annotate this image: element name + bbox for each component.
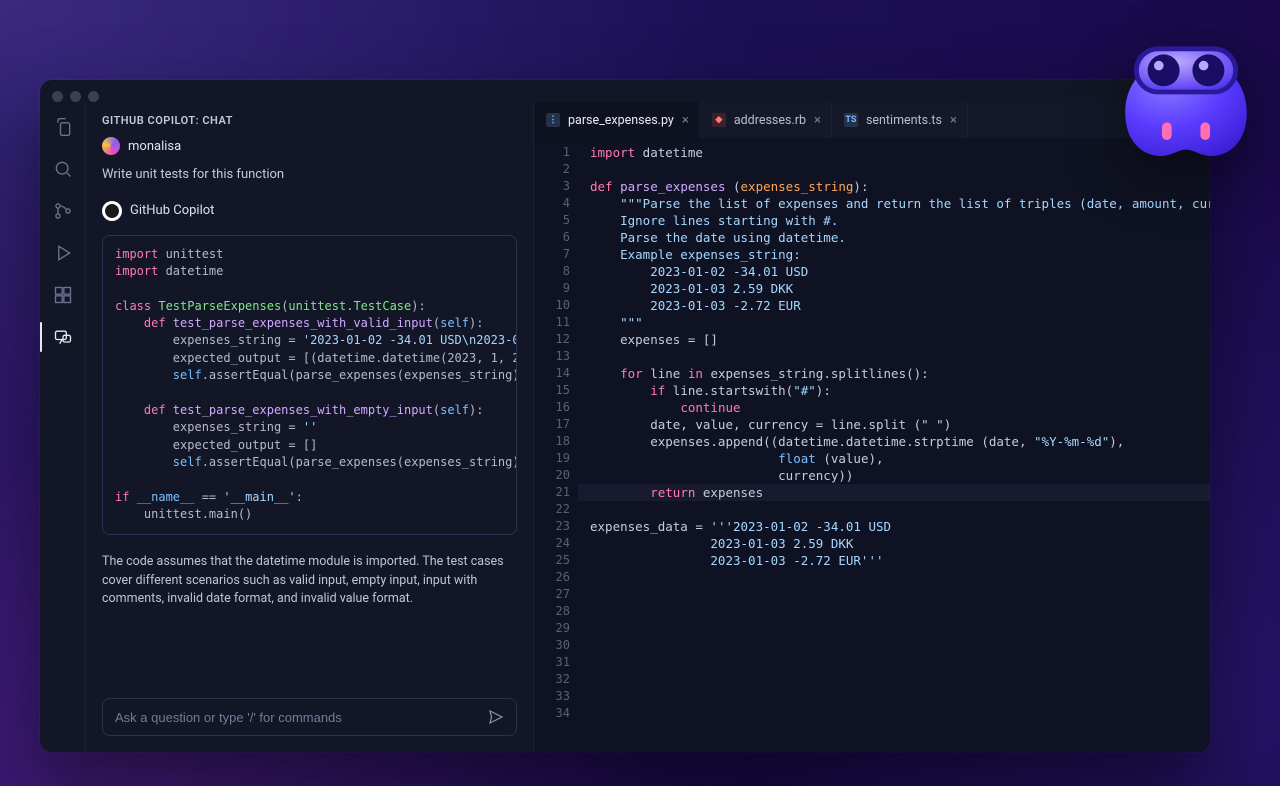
panel-title: GITHUB COPILOT: CHAT: [86, 102, 533, 133]
window-titlebar: [40, 80, 1210, 102]
window-close-dot[interactable]: [52, 91, 63, 102]
window-max-dot[interactable]: [88, 91, 99, 102]
tab-label: parse_expenses.py: [568, 113, 674, 128]
copilot-chat-icon[interactable]: [52, 326, 74, 348]
tab-label: addresses.rb: [734, 113, 806, 128]
editor-area: ⋮ parse_expenses.py × ◆ addresses.rb × T…: [534, 102, 1210, 752]
assistant-name: GitHub Copilot: [130, 203, 214, 218]
app-window: GITHUB COPILOT: CHAT monalisa Write unit…: [40, 80, 1210, 752]
tab-sentiments[interactable]: TS sentiments.ts ×: [832, 102, 968, 138]
tab-addresses[interactable]: ◆ addresses.rb ×: [700, 102, 832, 138]
typescript-file-icon: TS: [844, 113, 858, 127]
assistant-explanation: The code assumes that the datetime modul…: [102, 553, 517, 609]
close-icon[interactable]: ×: [814, 113, 821, 128]
assistant-code-block: import unittest import datetime class Te…: [102, 235, 517, 535]
code-content: import datetime def parse_expenses (expe…: [590, 144, 1210, 569]
copilot-mascot-icon: [1106, 20, 1266, 180]
user-avatar-icon: [102, 137, 120, 155]
source-control-icon[interactable]: [52, 200, 74, 222]
chat-scroll: monalisa Write unit tests for this funct…: [86, 133, 533, 686]
close-icon[interactable]: ×: [950, 113, 957, 128]
extensions-icon[interactable]: [52, 284, 74, 306]
close-icon[interactable]: ×: [682, 113, 689, 128]
python-file-icon: ⋮: [546, 113, 560, 127]
explorer-icon[interactable]: [52, 116, 74, 138]
code-editor[interactable]: 1 2 3 4 5 6 7 8 9 10 11 12 13 14 15 16 1…: [534, 138, 1210, 752]
activity-bar: [40, 102, 86, 752]
copilot-panel: GITHUB COPILOT: CHAT monalisa Write unit…: [86, 102, 534, 752]
tab-parse-expenses[interactable]: ⋮ parse_expenses.py ×: [534, 102, 700, 138]
ruby-file-icon: ◆: [712, 113, 726, 127]
copilot-avatar-icon: [102, 201, 122, 221]
send-button[interactable]: [485, 706, 507, 728]
user-name: monalisa: [128, 139, 181, 154]
user-header: monalisa: [102, 137, 517, 155]
assistant-header: GitHub Copilot: [102, 201, 517, 221]
chat-input[interactable]: [102, 698, 517, 736]
search-icon[interactable]: [52, 158, 74, 180]
line-gutter: 1 2 3 4 5 6 7 8 9 10 11 12 13 14 15 16 1…: [534, 144, 578, 722]
user-prompt: Write unit tests for this function: [102, 165, 517, 185]
run-debug-icon[interactable]: [52, 242, 74, 264]
window-min-dot[interactable]: [70, 91, 81, 102]
tab-label: sentiments.ts: [866, 113, 942, 128]
